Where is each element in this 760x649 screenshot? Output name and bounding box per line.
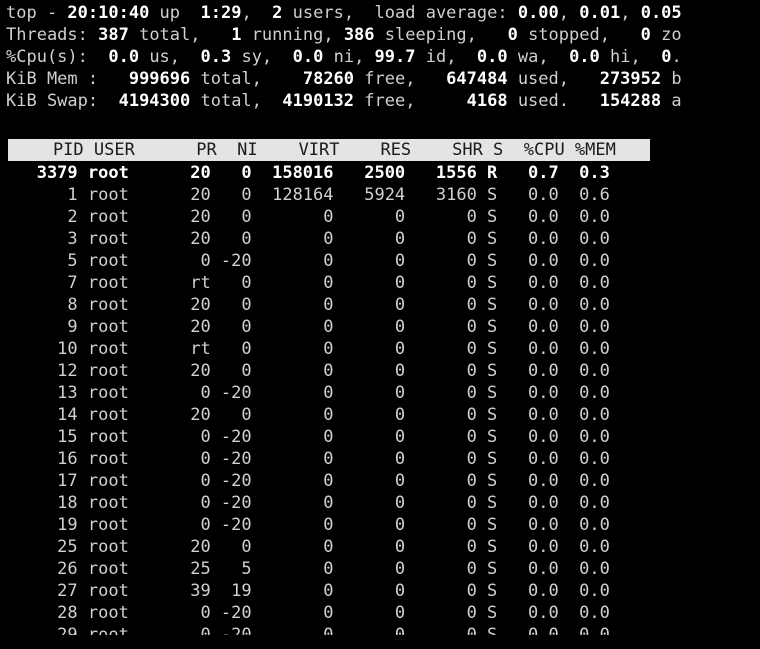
table-row[interactable]: 2 root 20 0 0 0 0 S 0.0 0.0 bbox=[6, 206, 744, 228]
table-row-text: 28 root 0 -20 0 0 0 S 0.0 0.0 bbox=[6, 603, 610, 623]
table-row[interactable]: 5 root 0 -20 0 0 0 S 0.0 0.0 bbox=[6, 250, 744, 272]
table-row[interactable]: 10 root rt 0 0 0 0 S 0.0 0.0 bbox=[6, 338, 744, 360]
table-row[interactable]: 27 root 39 19 0 0 0 S 0.0 0.0 bbox=[6, 580, 744, 602]
table-row[interactable]: 3 root 20 0 0 0 0 S 0.0 0.0 bbox=[6, 228, 744, 250]
summary-cpu-line: %Cpu(s): 0.0 us, 0.3 sy, 0.0 ni, 99.7 id… bbox=[6, 46, 744, 68]
table-row[interactable]: 9 root 20 0 0 0 0 S 0.0 0.0 bbox=[6, 316, 744, 338]
table-row[interactable]: 12 root 20 0 0 0 0 S 0.0 0.0 bbox=[6, 360, 744, 382]
table-row-text: 17 root 0 -20 0 0 0 S 0.0 0.0 bbox=[6, 471, 610, 491]
process-table-body[interactable]: 3379 root 20 0 158016 2500 1556 R 0.7 0.… bbox=[6, 162, 744, 635]
table-row[interactable]: 1 root 20 0 128164 5924 3160 S 0.0 0.6 bbox=[6, 184, 744, 206]
table-row-text: 13 root 0 -20 0 0 0 S 0.0 0.0 bbox=[6, 383, 610, 403]
table-row[interactable]: 26 root 25 5 0 0 0 S 0.0 0.0 bbox=[6, 558, 744, 580]
table-row-text: 25 root 20 0 0 0 0 S 0.0 0.0 bbox=[6, 537, 610, 557]
table-row[interactable]: 29 root 0 -20 0 0 0 S 0.0 0.0 bbox=[6, 624, 744, 635]
summary-uptime-line: top - 20:10:40 up 1:29, 2 users, load av… bbox=[6, 2, 744, 24]
summary-threads-line: Threads: 387 total, 1 running, 386 sleep… bbox=[6, 24, 744, 46]
table-row-text: 29 root 0 -20 0 0 0 S 0.0 0.0 bbox=[6, 625, 610, 635]
table-row-text: 15 root 0 -20 0 0 0 S 0.0 0.0 bbox=[6, 427, 610, 447]
summary-swap-line: KiB Swap: 4194300 total, 4190132 free, 4… bbox=[6, 90, 744, 112]
table-row-text: 3379 root 20 0 158016 2500 1556 R 0.7 0.… bbox=[6, 163, 610, 183]
table-row-text: 2 root 20 0 0 0 0 S 0.0 0.0 bbox=[6, 207, 610, 227]
table-row-text: 10 root rt 0 0 0 0 S 0.0 0.0 bbox=[6, 339, 610, 359]
table-row-text: 9 root 20 0 0 0 0 S 0.0 0.0 bbox=[6, 317, 610, 337]
summary-swap-text: KiB Swap: 4194300 total, 4190132 free, 4… bbox=[6, 91, 682, 111]
table-row[interactable]: 28 root 0 -20 0 0 0 S 0.0 0.0 bbox=[6, 602, 744, 624]
process-table-header[interactable]: PID USER PR NI VIRT RES SHR S %CPU %MEM bbox=[8, 139, 650, 161]
top-summary-block: top - 20:10:40 up 1:29, 2 users, load av… bbox=[6, 2, 744, 112]
terminal-window[interactable]: top - 20:10:40 up 1:29, 2 users, load av… bbox=[0, 0, 760, 649]
table-row-text: 5 root 0 -20 0 0 0 S 0.0 0.0 bbox=[6, 251, 610, 271]
terminal-screen[interactable]: top - 20:10:40 up 1:29, 2 users, load av… bbox=[6, 0, 744, 649]
table-row-text: 27 root 39 19 0 0 0 S 0.0 0.0 bbox=[6, 581, 610, 601]
table-row-text: 3 root 20 0 0 0 0 S 0.0 0.0 bbox=[6, 229, 610, 249]
summary-mem-line: KiB Mem : 999696 total, 78260 free, 6474… bbox=[6, 68, 744, 90]
table-row-text: 1 root 20 0 128164 5924 3160 S 0.0 0.6 bbox=[6, 185, 610, 205]
table-row[interactable]: 3379 root 20 0 158016 2500 1556 R 0.7 0.… bbox=[6, 162, 744, 184]
table-row[interactable]: 13 root 0 -20 0 0 0 S 0.0 0.0 bbox=[6, 382, 744, 404]
table-row[interactable]: 16 root 0 -20 0 0 0 S 0.0 0.0 bbox=[6, 448, 744, 470]
table-row[interactable]: 14 root 20 0 0 0 0 S 0.0 0.0 bbox=[6, 404, 744, 426]
table-row[interactable]: 25 root 20 0 0 0 0 S 0.0 0.0 bbox=[6, 536, 744, 558]
summary-mem-text: KiB Mem : 999696 total, 78260 free, 6474… bbox=[6, 69, 682, 89]
table-row[interactable]: 19 root 0 -20 0 0 0 S 0.0 0.0 bbox=[6, 514, 744, 536]
table-row-text: 26 root 25 5 0 0 0 S 0.0 0.0 bbox=[6, 559, 610, 579]
table-row-text: 16 root 0 -20 0 0 0 S 0.0 0.0 bbox=[6, 449, 610, 469]
table-row[interactable]: 8 root 20 0 0 0 0 S 0.0 0.0 bbox=[6, 294, 744, 316]
table-row-text: 8 root 20 0 0 0 0 S 0.0 0.0 bbox=[6, 295, 610, 315]
summary-uptime-text: top - 20:10:40 up 1:29, 2 users, load av… bbox=[6, 3, 682, 23]
table-row-text: 12 root 20 0 0 0 0 S 0.0 0.0 bbox=[6, 361, 610, 381]
table-row-text: 14 root 20 0 0 0 0 S 0.0 0.0 bbox=[6, 405, 610, 425]
table-row-text: 18 root 0 -20 0 0 0 S 0.0 0.0 bbox=[6, 493, 610, 513]
table-row[interactable]: 7 root rt 0 0 0 0 S 0.0 0.0 bbox=[6, 272, 744, 294]
process-table-header-text: PID USER PR NI VIRT RES SHR S %CPU %MEM bbox=[12, 140, 616, 160]
summary-threads-text: Threads: 387 total, 1 running, 386 sleep… bbox=[6, 25, 682, 45]
terminal-left-gutter bbox=[0, 0, 4, 649]
table-row-text: 19 root 0 -20 0 0 0 S 0.0 0.0 bbox=[6, 515, 610, 535]
table-row[interactable]: 18 root 0 -20 0 0 0 S 0.0 0.0 bbox=[6, 492, 744, 514]
table-row[interactable]: 17 root 0 -20 0 0 0 S 0.0 0.0 bbox=[6, 470, 744, 492]
table-row-text: 7 root rt 0 0 0 0 S 0.0 0.0 bbox=[6, 273, 610, 293]
summary-cpu-text: %Cpu(s): 0.0 us, 0.3 sy, 0.0 ni, 99.7 id… bbox=[6, 47, 682, 67]
table-row[interactable]: 15 root 0 -20 0 0 0 S 0.0 0.0 bbox=[6, 426, 744, 448]
